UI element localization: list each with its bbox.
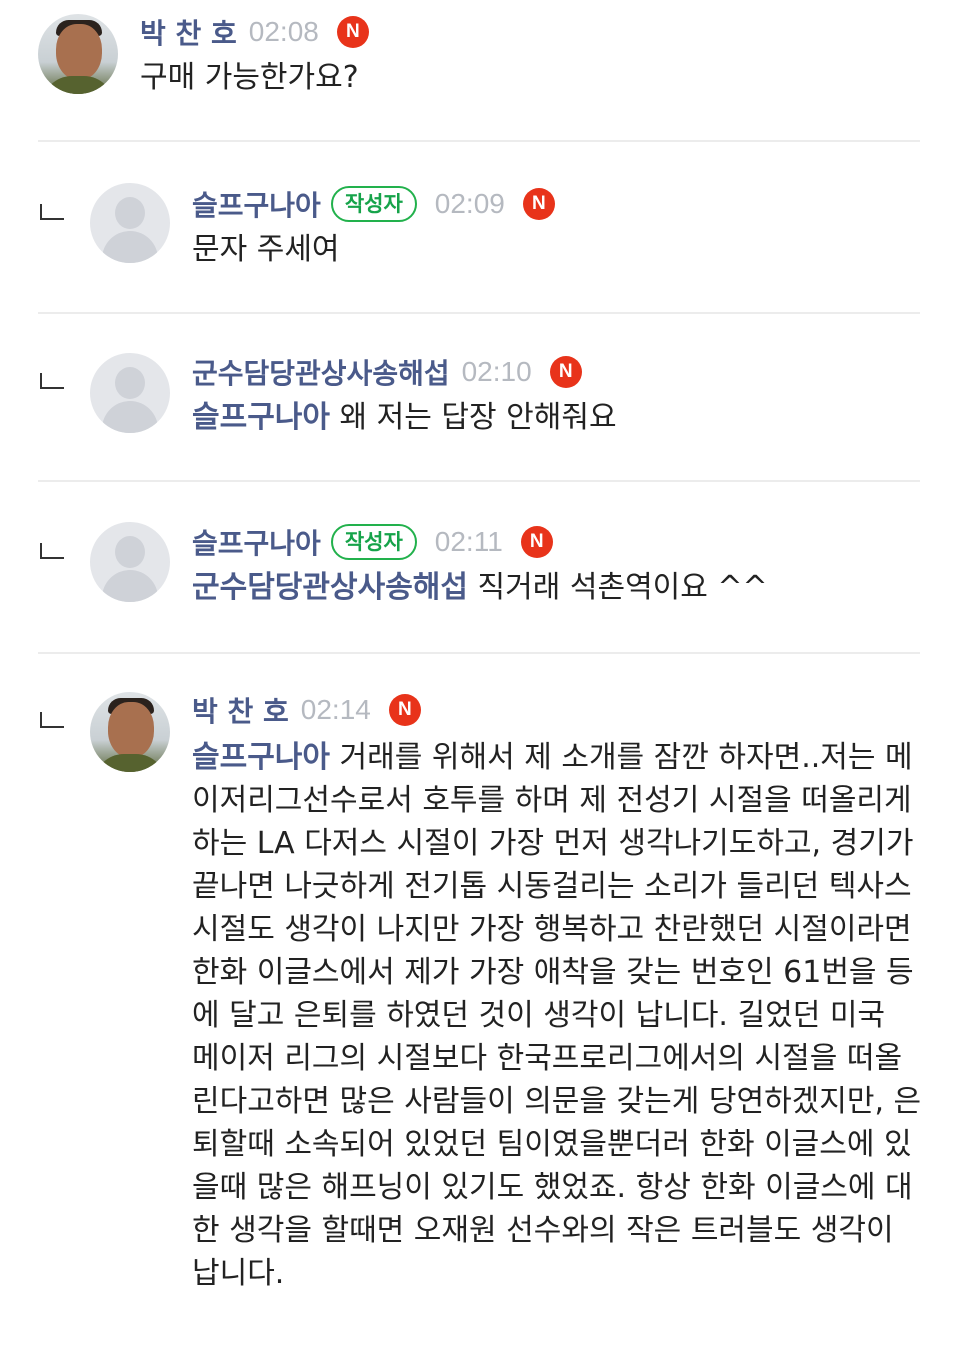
comment-body: 문자 주세여	[192, 232, 340, 267]
nickname[interactable]: 박 찬 호	[192, 690, 289, 730]
comment-text: 구매 가능한가요?	[140, 56, 359, 99]
timestamp: 02:08	[248, 16, 319, 47]
author-badge: 작성자	[330, 524, 417, 560]
nickname[interactable]: 슬프구나아	[192, 184, 321, 224]
reply-arrow-icon	[40, 543, 64, 559]
divider	[38, 480, 920, 482]
comment-meta: 슬프구나아 작성자 02:11 N	[192, 522, 553, 562]
nickname[interactable]: 군수담당관상사송해섭	[192, 352, 450, 392]
reply-arrow-icon	[40, 373, 64, 389]
comment-text: 군수담당관상사송해섭 직거래 석촌역이요 ^^	[192, 566, 768, 609]
timestamp: 02:14	[300, 694, 371, 725]
nickname[interactable]: 박 찬 호	[140, 12, 237, 52]
mention-link[interactable]: 군수담당관상사송해섭	[192, 570, 468, 605]
avatar[interactable]	[90, 522, 170, 602]
comment-text: 슬프구나아 거래를 위해서 제 소개를 잠깐 하자면..저는 메이저리그선수로서…	[192, 736, 922, 1295]
avatar[interactable]	[90, 692, 170, 772]
reply-arrow-icon	[40, 204, 64, 220]
timestamp: 02:11	[434, 526, 503, 557]
comment-text: 슬프구나아 왜 저는 답장 안해줘요	[192, 396, 617, 439]
timestamp: 02:10	[461, 356, 532, 387]
divider	[38, 312, 920, 314]
comment-meta: 군수담당관상사송해섭 02:10 N	[192, 352, 582, 392]
comment-meta: 박 찬 호 02:14 N	[192, 690, 421, 730]
comment-body: 직거래 석촌역이요 ^^	[468, 570, 768, 605]
nickname[interactable]: 슬프구나아	[192, 522, 321, 562]
new-badge: N	[388, 694, 421, 726]
new-badge: N	[336, 16, 369, 48]
comment-meta: 박 찬 호 02:08 N	[140, 12, 369, 52]
avatar[interactable]	[90, 353, 170, 433]
divider	[38, 140, 920, 142]
new-badge: N	[522, 188, 555, 220]
comment-body: 거래를 위해서 제 소개를 잠깐 하자면..저는 메이저리그선수로서 호투를 하…	[192, 740, 922, 1291]
comment-meta: 슬프구나아 작성자 02:09 N	[192, 184, 555, 224]
new-badge: N	[520, 526, 553, 558]
mention-link[interactable]: 슬프구나아	[192, 740, 330, 775]
timestamp: 02:09	[434, 188, 505, 219]
mention-link[interactable]: 슬프구나아	[192, 400, 330, 435]
new-badge: N	[549, 356, 582, 388]
author-badge: 작성자	[330, 186, 417, 222]
avatar[interactable]	[38, 14, 118, 94]
avatar[interactable]	[90, 183, 170, 263]
divider	[38, 652, 920, 654]
comment-text: 문자 주세여	[192, 228, 340, 271]
comment-body: 구매 가능한가요?	[140, 60, 359, 95]
comment-body: 왜 저는 답장 안해줘요	[330, 400, 617, 435]
reply-arrow-icon	[40, 712, 64, 728]
